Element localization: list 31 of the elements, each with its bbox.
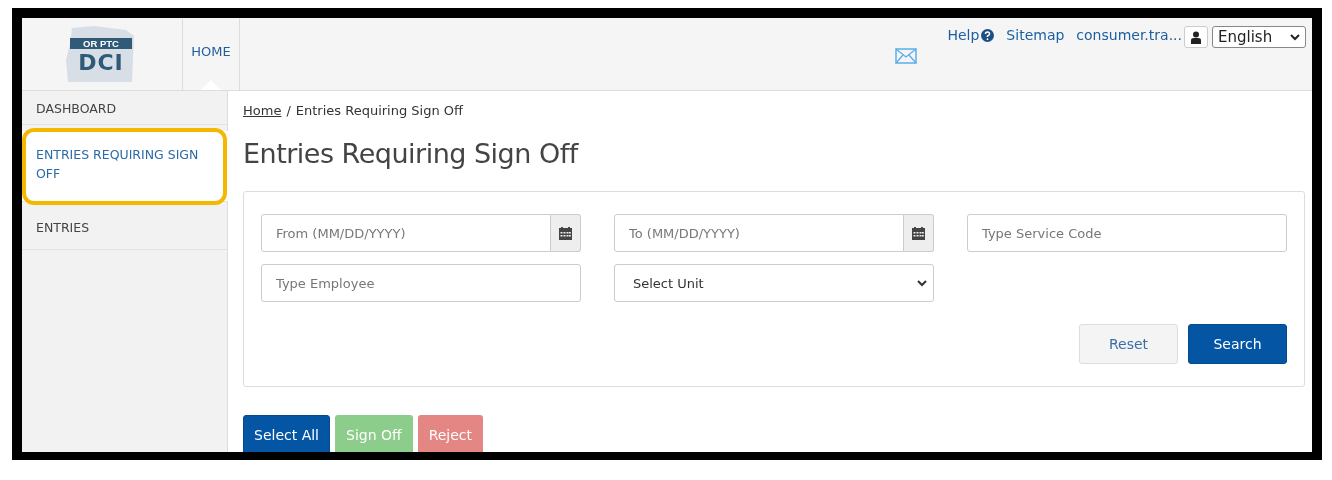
calendar-icon: [559, 226, 572, 240]
chevron-down-icon: [917, 279, 927, 287]
text-field[interactable]: Type Service Code: [967, 214, 1287, 252]
sidebar-item[interactable]: DASHBOARD: [22, 91, 227, 125]
chevron-down-icon: [1290, 33, 1300, 41]
breadcrumb-text: Entries Requiring Sign Off: [295, 103, 463, 118]
calendar-icon: [912, 226, 925, 240]
header-link[interactable]: consumer.tra...: [1076, 27, 1182, 43]
help-link[interactable]: Help: [947, 27, 995, 43]
header-link[interactable]: Sitemap: [1006, 27, 1065, 43]
button[interactable]: Select All: [243, 415, 330, 452]
sidebar-item[interactable]: ENTRIES: [22, 208, 227, 250]
breadcrumb-text: /: [286, 103, 291, 118]
text-field[interactable]: Type Employee: [261, 264, 581, 302]
button: Reject: [417, 415, 484, 452]
language-select[interactable]: English: [1212, 26, 1306, 48]
date-field[interactable]: To (MM/DD/YYYY): [614, 214, 904, 252]
mail-icon: [895, 48, 918, 64]
user-button[interactable]: [1184, 26, 1208, 48]
button[interactable]: Search: [1188, 324, 1287, 364]
sidebar-item[interactable]: ENTRIES REQUIRING SIGN OFF: [22, 131, 228, 202]
breadcrumb-link[interactable]: Home: [243, 103, 282, 118]
calendar-button[interactable]: [904, 214, 934, 252]
unit-select[interactable]: Select Unit: [614, 264, 934, 302]
button[interactable]: Reset: [1079, 324, 1178, 364]
calendar-button[interactable]: [551, 214, 581, 252]
page-title: Entries Requiring Sign Off: [243, 138, 580, 169]
user-icon: [1191, 30, 1201, 44]
button: Sign Off: [335, 415, 413, 452]
help-icon: [981, 28, 995, 42]
date-field[interactable]: From (MM/DD/YYYY): [261, 214, 551, 252]
